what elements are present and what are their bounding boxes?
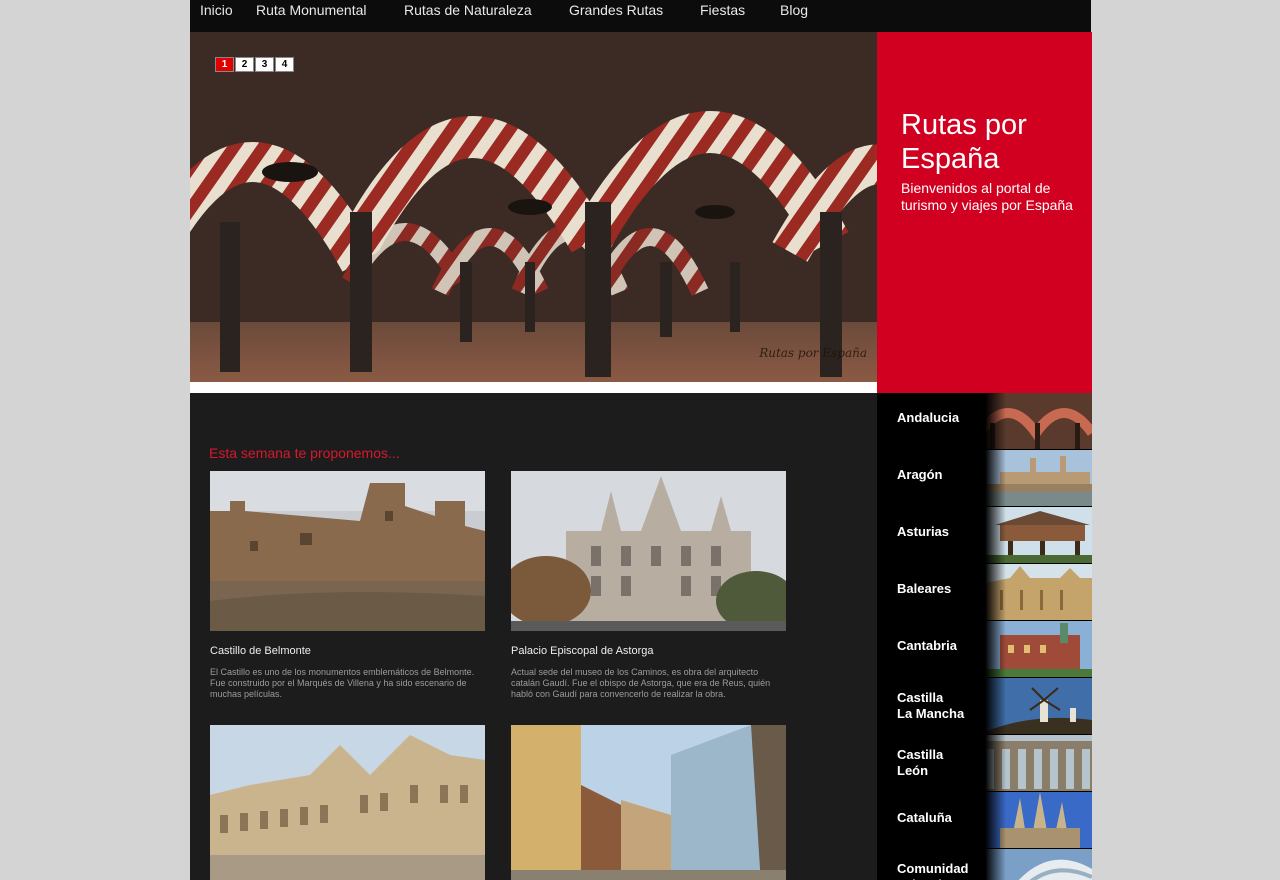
card-title[interactable]: Castillo de Belmonte xyxy=(210,645,485,657)
region-label[interactable]: Cataluña xyxy=(897,810,952,826)
region-castilla-leon[interactable]: Castilla León xyxy=(877,735,1092,792)
region-image-castilla-la-mancha[interactable] xyxy=(980,678,1092,734)
card-image-colonial-street[interactable] xyxy=(511,725,786,880)
top-navigation: Inicio Ruta Monumental Rutas de Naturale… xyxy=(190,0,1091,32)
nav-ruta-monumental[interactable]: Ruta Monumental xyxy=(256,2,367,18)
card-image-castillo-belmonte[interactable] xyxy=(210,471,485,631)
site-title: Rutas por España xyxy=(901,109,1027,175)
region-label[interactable]: Baleares xyxy=(897,581,951,597)
region-asturias[interactable]: Asturias xyxy=(877,507,1092,564)
region-image-cantabria[interactable] xyxy=(980,621,1092,677)
nav-fiestas[interactable]: Fiestas xyxy=(700,2,745,18)
feature-card[interactable] xyxy=(511,725,786,880)
feature-card[interactable]: Castillo de Belmonte El Castillo es uno … xyxy=(210,471,485,700)
region-andalucia[interactable]: Andalucia xyxy=(877,393,1092,450)
region-label[interactable]: Castilla León xyxy=(897,747,943,779)
region-comunidad-valenciana[interactable]: Comunidad Valenciana xyxy=(877,849,1092,880)
region-image-comunidad-valenciana[interactable] xyxy=(980,849,1092,880)
card-description: Actual sede del museo de los Caminos, es… xyxy=(511,667,771,699)
region-image-andalucia[interactable] xyxy=(980,393,1092,449)
nav-grandes-rutas[interactable]: Grandes Rutas xyxy=(569,2,663,18)
hero-watermark: Rutas por España xyxy=(759,346,867,360)
hero-slideshow[interactable]: 1 2 3 4 Rutas por España xyxy=(190,32,877,382)
region-label[interactable]: Comunidad Valenciana xyxy=(897,861,969,880)
site-wrapper: Inicio Ruta Monumental Rutas de Naturale… xyxy=(190,0,1092,880)
region-image-baleares[interactable] xyxy=(980,564,1092,620)
pager-page-3[interactable]: 3 xyxy=(255,57,274,72)
regions-menu: Andalucia Aragón Asturias Baleares Canta… xyxy=(877,393,1092,880)
region-cataluna[interactable]: Cataluña xyxy=(877,792,1092,849)
region-image-aragon[interactable] xyxy=(980,450,1092,506)
region-label[interactable]: Cantabria xyxy=(897,638,957,654)
feature-card[interactable] xyxy=(210,725,485,880)
region-label[interactable]: Asturias xyxy=(897,524,949,540)
region-label[interactable]: Andalucia xyxy=(897,410,959,426)
region-baleares[interactable]: Baleares xyxy=(877,564,1092,621)
nav-blog[interactable]: Blog xyxy=(780,2,808,18)
hero-image-mezquita-arches xyxy=(190,32,877,382)
region-image-cataluna[interactable] xyxy=(980,792,1092,848)
card-description: El Castillo es uno de los monumentos emb… xyxy=(210,667,475,699)
pager-page-1[interactable]: 1 xyxy=(215,57,234,72)
pager-page-4[interactable]: 4 xyxy=(275,57,294,72)
main-content: Esta semana te proponemos... Castillo de… xyxy=(190,393,877,880)
region-castilla-la-mancha[interactable]: Castilla La Mancha xyxy=(877,678,1092,735)
promo-panel: Rutas por España Bienvenidos al portal d… xyxy=(877,32,1092,393)
section-title: Esta semana te proponemos... xyxy=(209,445,400,461)
card-image-palacio-astorga[interactable] xyxy=(511,471,786,631)
slideshow-pager: 1 2 3 4 xyxy=(215,57,294,72)
region-image-asturias[interactable] xyxy=(980,507,1092,563)
region-cantabria[interactable]: Cantabria xyxy=(877,621,1092,678)
card-title[interactable]: Palacio Episcopal de Astorga xyxy=(511,645,786,657)
feature-card[interactable]: Palacio Episcopal de Astorga Actual sede… xyxy=(511,471,786,700)
region-image-castilla-leon[interactable] xyxy=(980,735,1092,791)
hero-bottom-strip xyxy=(190,382,877,393)
region-label[interactable]: Castilla La Mancha xyxy=(897,690,964,722)
region-label[interactable]: Aragón xyxy=(897,467,943,483)
card-image-palace-facade[interactable] xyxy=(210,725,485,880)
site-tagline: Bienvenidos al portal de turismo y viaje… xyxy=(901,180,1073,213)
region-aragon[interactable]: Aragón xyxy=(877,450,1092,507)
nav-rutas-naturaleza[interactable]: Rutas de Naturaleza xyxy=(404,2,532,18)
pager-page-2[interactable]: 2 xyxy=(235,57,254,72)
nav-inicio[interactable]: Inicio xyxy=(200,2,233,18)
